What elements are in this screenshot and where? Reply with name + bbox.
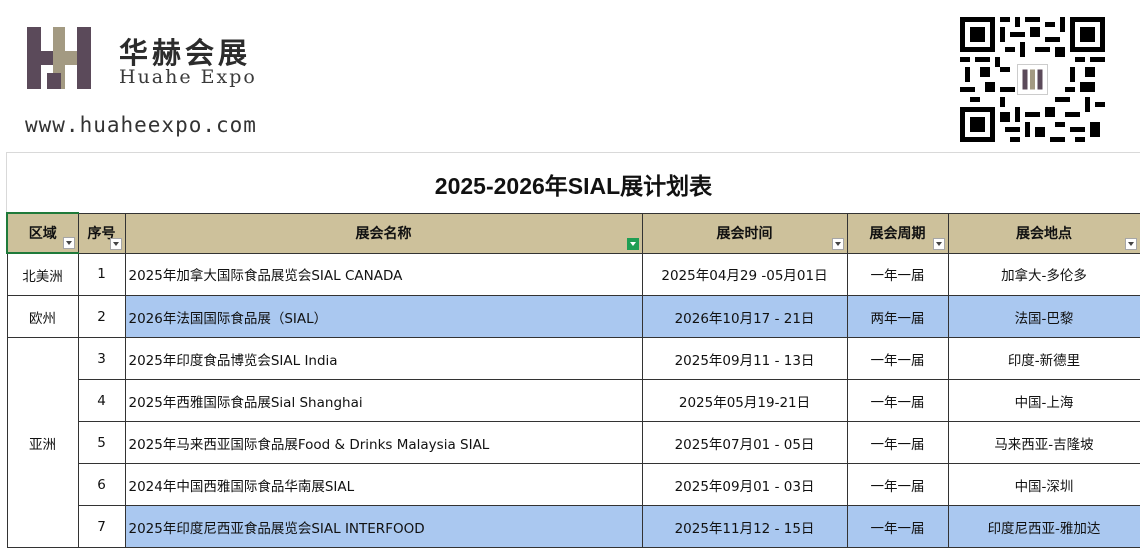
location-cell[interactable]: 印度尼西亚-雅加达	[947, 505, 1140, 548]
date-cell[interactable]: 2025年04月29 -05月01日	[641, 252, 848, 296]
table-row[interactable]: 4 2025年西雅国际食品展Sial Shanghai 2025年05月19-2…	[7, 379, 1140, 422]
date-cell[interactable]: 2025年05月19-21日	[641, 379, 848, 422]
expo-name-cell[interactable]: 2025年加拿大国际食品展览会SIAL CANADA	[124, 252, 643, 296]
expo-name-cell[interactable]: 2025年印度尼西亚食品展览会SIAL INTERFOOD	[124, 505, 643, 548]
table-header-row: 区域 序号 展会名称 展会时间 展会周期 展会地点	[6, 212, 1140, 254]
location-cell[interactable]: 中国-上海	[947, 379, 1140, 422]
number-cell[interactable]: 3	[77, 337, 126, 380]
column-header-region: 区域	[6, 212, 79, 254]
location-cell[interactable]: 马来西亚-吉隆坡	[947, 421, 1140, 464]
filter-dropdown-icon[interactable]	[109, 237, 122, 250]
page-title: 2025-2026年SIAL展计划表	[434, 173, 713, 199]
sial-schedule-table: 区域 序号 展会名称 展会时间 展会周期 展会地点 北美洲 1 2025年加拿大…	[6, 212, 1140, 548]
number-cell[interactable]: 7	[77, 505, 126, 548]
number-cell[interactable]: 4	[77, 379, 126, 422]
expo-name-cell[interactable]: 2025年马来西亚国际食品展Food & Drinks Malaysia SIA…	[124, 421, 643, 464]
table-row[interactable]: 亚洲 3 2025年印度食品博览会SIAL India 2025年09月11 -…	[6, 337, 1140, 548]
website-url: www.huaheexpo.com	[25, 113, 257, 137]
date-cell[interactable]: 2025年09月01 - 03日	[641, 463, 848, 506]
column-header-cycle: 展会周期	[846, 212, 949, 254]
location-cell[interactable]: 加拿大-多伦多	[947, 252, 1140, 296]
number-cell[interactable]: 2	[77, 295, 126, 338]
location-cell[interactable]: 印度-新德里	[947, 337, 1140, 380]
table-row[interactable]: 北美洲 1 2025年加拿大国际食品展览会SIAL CANADA 2025年04…	[6, 252, 1140, 296]
filter-active-icon[interactable]	[626, 237, 639, 250]
expo-name-cell[interactable]: 2024年中国西雅国际食品华南展SIAL	[124, 463, 643, 506]
region-cell[interactable]: 亚洲	[6, 337, 79, 548]
expo-name-cell[interactable]: 2026年法国国际食品展（SIAL）	[124, 295, 643, 338]
cycle-cell[interactable]: 一年一届	[846, 379, 949, 422]
date-cell[interactable]: 2025年09月11 - 13日	[641, 337, 848, 380]
cycle-cell[interactable]: 一年一届	[846, 463, 949, 506]
cycle-cell[interactable]: 一年一届	[846, 337, 949, 380]
table-row[interactable]: 欧州 2 2026年法国国际食品展（SIAL） 2026年10月17 - 21日…	[6, 295, 1140, 338]
qr-code-icon	[960, 17, 1105, 142]
cycle-cell[interactable]: 一年一届	[846, 505, 949, 548]
column-header-date: 展会时间	[641, 212, 848, 254]
column-header-location: 展会地点	[947, 212, 1140, 254]
cycle-cell[interactable]: 一年一届	[846, 252, 949, 296]
filter-dropdown-icon[interactable]	[1124, 237, 1137, 250]
filter-dropdown-icon[interactable]	[831, 237, 844, 250]
location-cell[interactable]: 法国-巴黎	[947, 295, 1140, 338]
page-header: 华赫会展 Huahe Expo www.huaheexpo.com	[0, 0, 1140, 152]
expo-name-cell[interactable]: 2025年西雅国际食品展Sial Shanghai	[124, 379, 643, 422]
region-cell[interactable]: 欧州	[6, 295, 79, 338]
column-header-name: 展会名称	[124, 212, 643, 254]
title-row: 2025-2026年SIAL展计划表	[6, 152, 1140, 213]
location-cell[interactable]: 中国-深圳	[947, 463, 1140, 506]
number-cell[interactable]: 6	[77, 463, 126, 506]
number-cell[interactable]: 1	[77, 252, 126, 296]
cycle-cell[interactable]: 一年一届	[846, 421, 949, 464]
date-cell[interactable]: 2025年07月01 - 05日	[641, 421, 848, 464]
huahe-logo-icon	[27, 27, 91, 89]
table-row[interactable]: 6 2024年中国西雅国际食品华南展SIAL 2025年09月01 - 03日 …	[7, 463, 1140, 506]
filter-dropdown-icon[interactable]	[932, 237, 945, 250]
date-cell[interactable]: 2026年10月17 - 21日	[641, 295, 848, 338]
number-cell[interactable]: 5	[77, 421, 126, 464]
table-row[interactable]: 7 2025年印度尼西亚食品展览会SIAL INTERFOOD 2025年11月…	[7, 505, 1140, 548]
column-header-number: 序号	[77, 212, 126, 254]
region-cell[interactable]: 北美洲	[6, 252, 79, 296]
date-cell[interactable]: 2025年11月12 - 15日	[641, 505, 848, 548]
brand-name-en: Huahe Expo	[119, 66, 257, 88]
table-row[interactable]: 5 2025年马来西亚国际食品展Food & Drinks Malaysia S…	[7, 421, 1140, 464]
expo-name-cell[interactable]: 2025年印度食品博览会SIAL India	[124, 337, 643, 380]
filter-dropdown-icon[interactable]	[62, 237, 75, 249]
cycle-cell[interactable]: 两年一届	[846, 295, 949, 338]
